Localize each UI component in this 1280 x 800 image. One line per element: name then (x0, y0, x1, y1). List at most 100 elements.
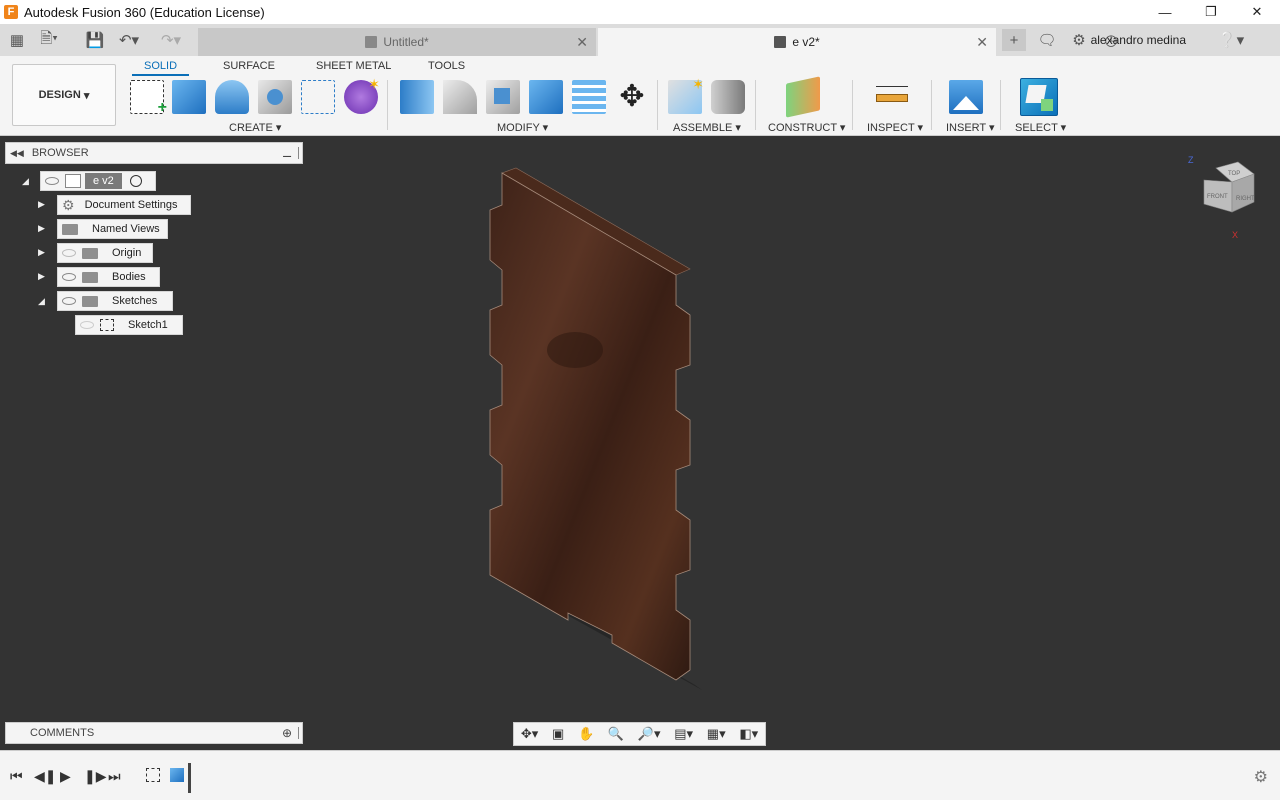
step-back-icon[interactable]: ◀❚ (34, 768, 57, 785)
modify-group-label[interactable]: MODIFY ▾ (497, 121, 548, 134)
joint-icon[interactable] (711, 80, 745, 114)
tab-sheet-metal[interactable]: SHEET METAL (316, 60, 391, 72)
comment-icon[interactable]: 🗨 (1036, 30, 1058, 50)
toolbar-divider (931, 80, 932, 130)
redo-icon[interactable]: ↷▾ (160, 30, 182, 50)
shell-icon[interactable] (486, 80, 520, 114)
extensions-icon[interactable]: ⚙ (1068, 30, 1090, 50)
step-forward-icon[interactable]: ❚▶ (84, 768, 107, 785)
insert-group-label[interactable]: INSERT ▾ (946, 121, 995, 134)
new-tab-plus-icon[interactable]: + (1002, 29, 1026, 51)
timeline-marker[interactable] (188, 763, 191, 793)
model-viewport-body[interactable] (480, 165, 720, 695)
hidden-eye-icon[interactable] (62, 249, 76, 257)
expand-icon[interactable]: ▶ (38, 271, 48, 283)
fillet-icon[interactable] (443, 80, 477, 114)
wood-grain-knot (547, 332, 603, 368)
tab-label: Untitled* (383, 35, 429, 49)
help-icon[interactable]: ❔▾ (1218, 30, 1244, 50)
create-form-icon[interactable]: ✶ (344, 76, 380, 114)
viewcube-top-label: TOP (1228, 171, 1240, 177)
browser-pin-icon[interactable] (298, 147, 302, 159)
press-pull-icon[interactable] (400, 80, 434, 114)
activate-radio-icon[interactable] (129, 175, 142, 187)
extrude-icon[interactable] (172, 80, 206, 114)
browser-item-origin[interactable]: Origin (57, 243, 153, 263)
tab-e-v2[interactable]: e v2* ✕ (598, 28, 996, 56)
toolbar-divider (387, 80, 388, 130)
hidden-eye-icon[interactable] (80, 321, 94, 329)
expand-icon[interactable]: ▶ (38, 247, 48, 259)
look-at-icon[interactable]: ▣ (552, 726, 564, 742)
close-window-button[interactable]: ✕ (1234, 0, 1280, 24)
collapse-icon[interactable]: ◢ (38, 296, 48, 308)
comments-pin-icon[interactable] (298, 727, 302, 739)
measure-icon[interactable] (876, 80, 910, 114)
split-body-icon[interactable] (572, 80, 606, 114)
collapse-browser-icon[interactable]: ◀◀ (10, 148, 24, 159)
create-sketch-icon[interactable]: + (130, 80, 167, 116)
close-tab-icon[interactable]: ✕ (576, 34, 588, 51)
comments-panel-header[interactable]: COMMENTS ⊕ (5, 722, 303, 744)
insert-image-icon[interactable] (949, 80, 983, 114)
timeline-sketch-feature-icon[interactable] (146, 768, 160, 782)
go-to-end-icon[interactable]: ⏭ (108, 768, 121, 785)
toolbar-divider (657, 80, 658, 130)
go-to-start-icon[interactable]: ⏮ (10, 768, 23, 785)
browser-item-sketches[interactable]: Sketches (57, 291, 173, 311)
display-settings-icon[interactable]: ▤▾ (674, 726, 693, 742)
construct-group-label[interactable]: CONSTRUCT ▾ (768, 121, 845, 134)
browser-item-label: Document Settings (84, 199, 178, 211)
browser-item-bodies[interactable]: Bodies (57, 267, 160, 287)
tab-untitled[interactable]: Untitled* ✕ (198, 28, 596, 56)
expand-icon[interactable]: ▶ (38, 199, 48, 211)
data-panel-grid-icon[interactable]: ▦ (6, 30, 28, 50)
file-menu-icon[interactable]: 🗎▾ (38, 30, 60, 50)
browser-item-sketch1[interactable]: Sketch1 (75, 315, 183, 335)
restore-button[interactable]: ❐ (1188, 0, 1234, 24)
view-cube[interactable]: TOP FRONT RIGHT (1198, 160, 1256, 218)
revolve-icon[interactable] (215, 80, 249, 114)
tab-solid[interactable]: SOLID (132, 60, 190, 76)
add-comment-icon[interactable]: ⊕ (282, 726, 292, 740)
zoom-icon[interactable]: 🔍 (608, 726, 624, 742)
browser-item-document-settings[interactable]: ⚙ Document Settings (57, 195, 191, 215)
orbit-icon[interactable]: ✥▾ (521, 726, 538, 742)
fit-window-icon[interactable]: 🔎▾ (638, 726, 661, 742)
grid-settings-icon[interactable]: ▦▾ (707, 726, 726, 742)
workspace-switcher-button[interactable]: DESIGN ▾ (12, 64, 116, 126)
browser-item-named-views[interactable]: Named Views (57, 219, 168, 239)
offset-plane-icon[interactable] (786, 76, 820, 118)
undo-icon[interactable]: ↶▾ (118, 30, 140, 50)
new-component-icon[interactable]: ✶ (668, 76, 704, 114)
save-icon[interactable]: 💾 (84, 30, 106, 50)
assemble-group-label[interactable]: ASSEMBLE ▾ (673, 121, 741, 134)
pattern-icon[interactable] (301, 80, 335, 114)
toolbar-divider (852, 80, 853, 130)
pan-hand-icon[interactable]: ✋ (578, 726, 594, 742)
visibility-eye-icon[interactable] (45, 177, 59, 185)
hole-icon[interactable] (258, 80, 292, 114)
visibility-eye-icon[interactable] (62, 273, 76, 281)
minimize-button[interactable]: — (1142, 0, 1188, 24)
timeline-extrude-feature-icon[interactable] (170, 768, 184, 782)
close-tab-icon[interactable]: ✕ (976, 34, 988, 51)
viewports-icon[interactable]: ◧▾ (739, 726, 758, 742)
select-tool-icon[interactable] (1020, 78, 1058, 116)
create-group-label[interactable]: CREATE ▾ (229, 121, 281, 134)
expand-icon[interactable]: ▶ (38, 223, 48, 235)
visibility-eye-icon[interactable] (62, 297, 76, 305)
play-icon[interactable]: ▶ (60, 768, 71, 785)
user-name[interactable]: alexandro medina (1091, 33, 1186, 47)
tab-tools[interactable]: TOOLS (428, 60, 465, 72)
combine-icon[interactable] (529, 80, 563, 114)
timeline-settings-gear-icon[interactable]: ⚙ (1254, 767, 1268, 787)
navigation-bar: ✥▾ ▣ ✋ 🔍 🔎▾ ▤▾ ▦▾ ◧▾ (513, 722, 766, 746)
tab-surface[interactable]: SURFACE (223, 60, 275, 72)
browser-minus-icon[interactable]: ⚊ (282, 147, 292, 160)
select-group-label[interactable]: SELECT ▾ (1015, 121, 1066, 134)
inspect-group-label[interactable]: INSPECT ▾ (867, 121, 923, 134)
browser-root-node[interactable]: e v2 (40, 171, 156, 191)
move-icon[interactable]: ✥ (615, 80, 649, 114)
collapse-root-icon[interactable]: ◢ (22, 176, 32, 188)
